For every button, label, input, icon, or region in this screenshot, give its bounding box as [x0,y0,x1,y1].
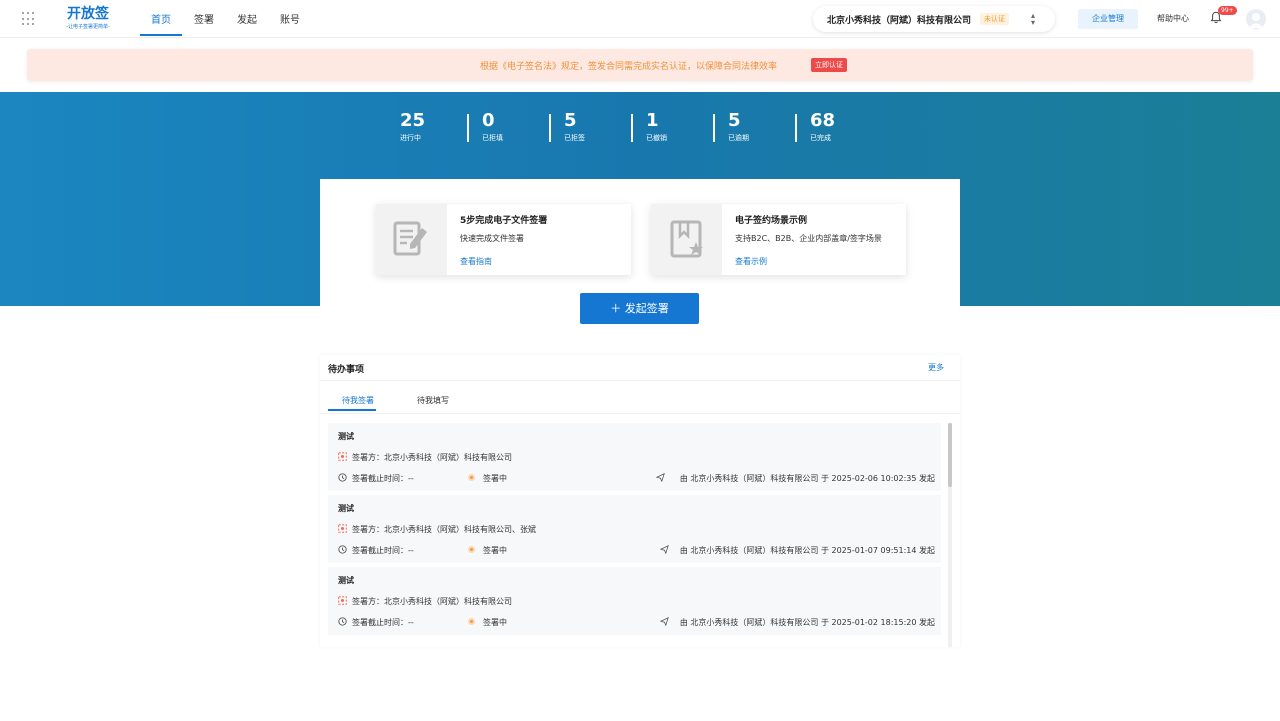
status-badge: 签署中 [483,618,507,627]
initiator: 由 北京小秀科技（阿斌）科技有限公司 于 2025-01-07 09:51:14… [679,546,935,555]
clock-icon [338,545,347,554]
scrollbar-thumb[interactable] [948,423,952,487]
stat-value: 5 [564,110,577,131]
nav-tab-initiate[interactable]: 发起 [237,11,257,26]
signer-icon [338,596,347,605]
status-dot-icon [468,618,475,625]
notification-badge: 99+ [1218,6,1237,15]
document-name: 测试 [338,432,354,441]
app-grid-icon[interactable] [22,12,36,26]
signers: 签署方：北京小秀科技（阿斌）科技有限公司 [352,453,512,462]
tab-pending-fill[interactable]: 待我填写 [417,395,449,406]
signers: 签署方：北京小秀科技（阿斌）科技有限公司、张斌 [352,525,536,534]
initiator: 由 北京小秀科技（阿斌）科技有限公司 于 2025-01-02 18:15:20… [679,618,935,627]
clock-icon [338,617,347,626]
send-icon [660,617,669,626]
company-switcher[interactable]: 北京小秀科技（阿斌）科技有限公司 未认证 ▴ ▾ [813,6,1055,32]
status-badge: 签署中 [483,474,507,483]
avatar[interactable] [1246,9,1266,29]
stat-divider [549,114,551,142]
company-name: 北京小秀科技（阿斌）科技有限公司 [827,16,972,26]
stat-label: 已拒填 [482,134,503,142]
pending-tasks-panel: 待办事项 更多 待我签署 待我填写 测试 签署方：北京小秀科技（阿斌）科技有限公… [320,355,960,647]
verification-notice: 根据《电子签名法》规定，签发合同需完成实名认证，以保障合同法律效率 立即认证 [27,49,1253,81]
view-guide-link[interactable]: 查看指南 [460,256,492,267]
stat-refused-fill[interactable]: 0 已拒填 [482,110,503,144]
quick-start-card: 5步完成电子文件签署 快速完成文件签署 查看指南 电子签约场景示例 支持B2C、… [320,179,960,347]
deadline: 签署截止时间：-- [352,474,414,483]
stat-label: 已逾期 [728,134,749,142]
stat-divider [795,114,797,142]
send-icon [656,473,665,482]
bookmark-star-icon [651,204,722,275]
user-icon [1248,13,1264,28]
logo[interactable]: 开放签 -让电子签署更简单- [58,6,118,31]
verification-badge: 未认证 [980,13,1009,25]
stat-label: 已完成 [810,134,831,142]
nav-tab-account[interactable]: 账号 [280,11,300,26]
document-name: 测试 [338,576,354,585]
guide-title: 电子签约场景示例 [735,216,808,226]
stat-value: 25 [400,110,426,131]
guide-title: 5步完成电子文件签署 [460,216,548,226]
list-item[interactable]: 测试 签署方：北京小秀科技（阿斌）科技有限公司 签署截止时间：-- 签署中 由 … [328,423,941,491]
start-signing-label: 发起签署 [624,302,669,315]
guide-desc: 支持B2C、B2B、企业内部盖章/签字场景 [735,234,882,243]
nav-tab-home[interactable]: 首页 [151,11,171,26]
list-item[interactable]: 测试 签署方：北京小秀科技（阿斌）科技有限公司 签署截止时间：-- 签署中 由 … [328,567,941,635]
enterprise-management-button[interactable]: 企业管理 [1078,9,1138,29]
pending-title: 待办事项 [328,365,365,375]
view-example-link[interactable]: 查看示例 [735,256,767,267]
signers: 签署方：北京小秀科技（阿斌）科技有限公司 [352,597,512,606]
stat-value: 5 [728,110,741,131]
stat-value: 0 [482,110,495,131]
initiator: 由 北京小秀科技（阿斌）科技有限公司 于 2025-02-06 10:02:35… [679,474,935,483]
document-edit-icon [376,204,447,275]
stat-in-progress[interactable]: 25 进行中 [400,110,425,144]
divider [320,413,960,414]
guide-card-steps[interactable]: 5步完成电子文件签署 快速完成文件签署 查看指南 [376,204,631,275]
stat-label: 进行中 [400,134,421,142]
status-dot-icon [468,546,475,553]
signer-icon [338,524,347,533]
status-dot-icon [468,474,475,481]
stat-value: 1 [646,110,659,131]
signer-icon [338,452,347,461]
send-icon [660,545,669,554]
document-name: 测试 [338,504,354,513]
clock-icon [338,473,347,482]
sort-arrows-icon: ▴ ▾ [1031,11,1036,27]
guide-desc: 快速完成文件签署 [460,234,524,243]
stat-divider [467,114,469,142]
stat-label: 已拒签 [564,134,585,142]
stat-divider [631,114,633,142]
verify-now-button[interactable]: 立即认证 [811,58,847,72]
stat-label: 已撤销 [646,134,667,142]
stat-value: 68 [810,110,836,131]
status-badge: 签署中 [483,546,507,555]
divider [320,380,960,381]
stat-overdue[interactable]: 5 已逾期 [728,110,749,144]
more-link[interactable]: 更多 [928,362,944,373]
notice-text: 根据《电子签名法》规定，签发合同需完成实名认证，以保障合同法律效率 [480,62,778,72]
nav-active-indicator [140,34,182,36]
help-center-link[interactable]: 帮助中心 [1157,13,1189,24]
top-nav: 开放签 -让电子签署更简单- 首页 签署 发起 账号 北京小秀科技（阿斌）科技有… [0,0,1280,38]
logo-text: 开放签 [67,6,109,22]
stat-completed[interactable]: 68 已完成 [810,110,835,144]
stat-refused-sign[interactable]: 5 已拒签 [564,110,585,144]
tab-active-indicator [328,409,376,411]
nav-tab-sign[interactable]: 签署 [194,11,214,26]
start-signing-button[interactable]: ＋ 发起签署 [580,293,699,324]
stat-divider [713,114,715,142]
tab-pending-sign[interactable]: 待我签署 [342,395,374,406]
plus-icon: ＋ [610,302,622,315]
guide-card-scenarios[interactable]: 电子签约场景示例 支持B2C、B2B、企业内部盖章/签字场景 查看示例 [651,204,906,275]
list-item[interactable]: 测试 签署方：北京小秀科技（阿斌）科技有限公司、张斌 签署截止时间：-- 签署中… [328,495,941,563]
logo-slogan: -让电子签署更简单- [66,24,110,30]
deadline: 签署截止时间：-- [352,618,414,627]
deadline: 签署截止时间：-- [352,546,414,555]
stat-revoked[interactable]: 1 已撤销 [646,110,667,144]
